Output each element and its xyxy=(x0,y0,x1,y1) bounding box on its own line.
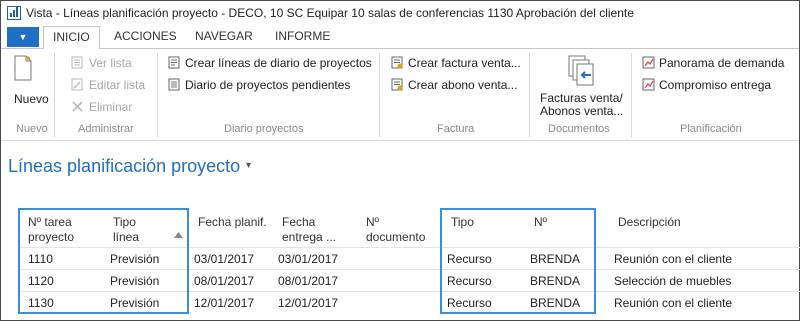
header-fecha-planif[interactable]: Fecha planif. xyxy=(198,215,267,230)
application-menu-button[interactable]: ▼ xyxy=(7,27,39,47)
facturas-abonos-venta-label: Facturas venta/ Abonos venta... xyxy=(540,92,623,118)
cell-descripcion: Selección de muebles xyxy=(614,274,732,288)
delete-icon xyxy=(72,101,83,112)
group-label-documentos: Documentos xyxy=(548,123,610,135)
cell-fecha-entrega: 08/01/2017 xyxy=(278,274,339,288)
group-label-diario: Diario proyectos xyxy=(224,123,304,135)
header-fecha-entrega[interactable]: Fecha entrega ... xyxy=(282,215,336,245)
page-title[interactable]: Líneas planificación proyecto xyxy=(8,156,240,177)
pending-journal-icon xyxy=(168,78,180,91)
header-fecha-entrega-line2: entrega ... xyxy=(282,230,337,244)
demand-overview-icon xyxy=(642,56,655,69)
crear-factura-venta-label: Crear factura venta... xyxy=(408,56,521,70)
documents-icon xyxy=(568,55,594,86)
diario-pendientes-label: Diario de proyectos pendientes xyxy=(185,78,351,92)
invoice-icon xyxy=(391,56,403,69)
tab-navegar[interactable]: NAVEGAR xyxy=(195,29,253,43)
tab-inicio[interactable]: INICIO xyxy=(43,26,100,50)
page-title-dropdown-icon[interactable]: ▾ xyxy=(246,160,251,171)
compromiso-entrega-label: Compromiso entrega xyxy=(659,78,772,92)
group-label-administrar: Administrar xyxy=(78,123,134,135)
ver-lista-label: Ver lista xyxy=(89,56,132,70)
tab-acciones[interactable]: ACCIONES xyxy=(114,29,177,43)
header-documento-line2: documento xyxy=(366,230,426,244)
cell-fecha-entrega: 12/01/2017 xyxy=(278,296,339,310)
header-documento[interactable]: Nº documento xyxy=(366,215,425,245)
cell-fecha-planif: 03/01/2017 xyxy=(194,252,255,266)
group-label-factura: Factura xyxy=(437,123,475,135)
nuevo-label: Nuevo xyxy=(14,92,49,106)
view-list-icon xyxy=(71,56,83,69)
cell-fecha-planif: 12/01/2017 xyxy=(194,296,255,310)
title-bar: Vista - Líneas planificación proyecto - … xyxy=(1,1,799,25)
editar-lista-label: Editar lista xyxy=(89,78,146,92)
crear-abono-venta-label: Crear abono venta... xyxy=(408,78,518,92)
group-label-planificacion: Planificación xyxy=(680,123,742,135)
header-documento-line1: Nº xyxy=(366,215,380,229)
cell-descripcion: Reunión con el cliente xyxy=(614,252,733,266)
panorama-demanda-label: Panorama de demanda xyxy=(659,56,785,70)
create-journal-icon xyxy=(168,56,180,69)
tab-informe[interactable]: INFORME xyxy=(275,29,330,43)
highlight-box-task-type xyxy=(18,208,189,314)
edit-list-icon xyxy=(71,78,83,91)
header-fecha-entrega-line1: Fecha xyxy=(282,215,316,229)
eliminar-label: Eliminar xyxy=(89,100,133,114)
header-descripcion[interactable]: Descripción xyxy=(618,215,681,230)
facturas-abonos-line2: Abonos venta... xyxy=(540,104,624,118)
credit-memo-icon xyxy=(391,78,403,91)
chevron-down-icon: ▼ xyxy=(18,32,28,42)
window-title: Vista - Líneas planificación proyecto - … xyxy=(26,6,634,20)
delivery-commitment-icon xyxy=(642,78,655,91)
cell-descripcion: Reunión con el cliente xyxy=(614,296,733,310)
crear-lineas-diario-label: Crear líneas de diario de proyectos xyxy=(185,56,372,70)
cell-fecha-planif: 08/01/2017 xyxy=(194,274,255,288)
new-document-icon xyxy=(14,55,32,81)
cell-fecha-entrega: 03/01/2017 xyxy=(278,252,339,266)
group-label-nuevo: Nuevo xyxy=(16,123,48,135)
ribbon-tabstrip: ▼ INICIO ACCIONES NAVEGAR INFORME xyxy=(1,25,799,50)
app-icon xyxy=(7,6,21,20)
ribbon: Nuevo Nuevo Ver lista Editar lista Elimi… xyxy=(1,49,799,141)
highlight-box-type-no xyxy=(440,208,596,314)
